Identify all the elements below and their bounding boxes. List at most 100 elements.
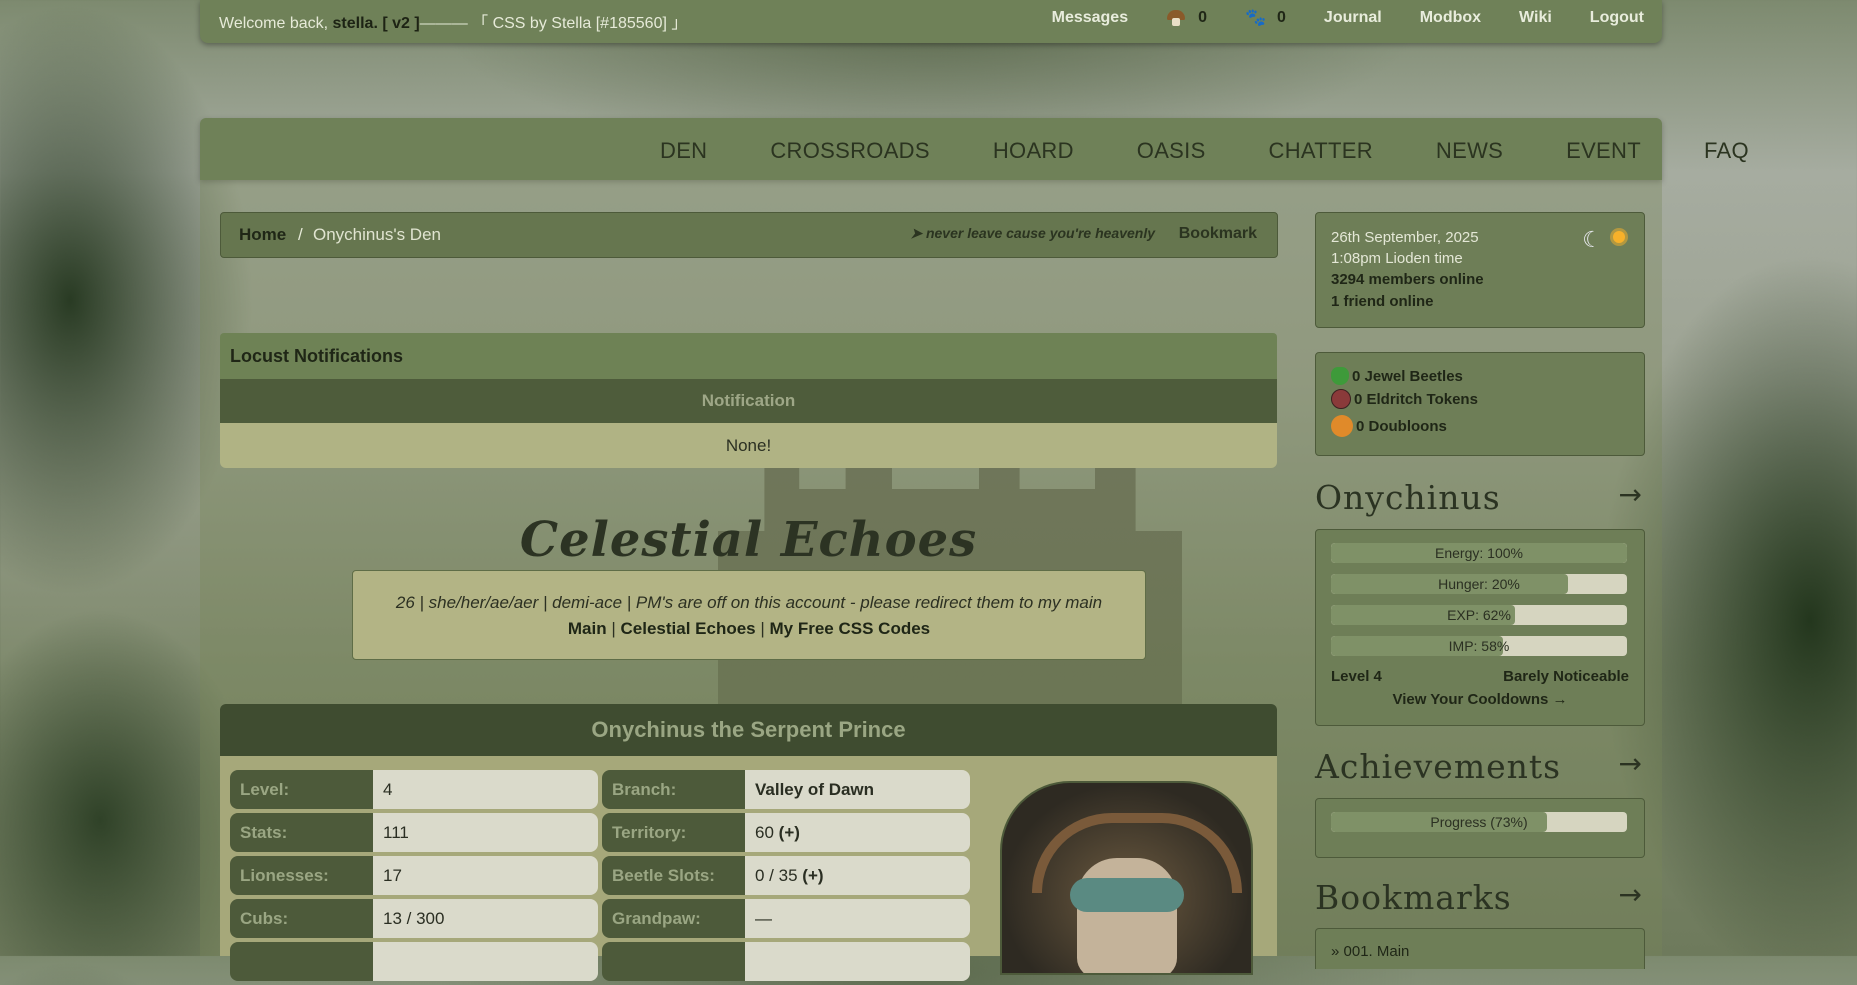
link-celestial-echoes[interactable]: Celestial Echoes (621, 619, 756, 638)
row-value: 13 / 300 (373, 899, 598, 938)
currency-doubloons[interactable]: 0 Doubloons (1331, 415, 1447, 437)
lion-name: Onychinus the Serpent Prince (220, 704, 1277, 756)
row-value: 60 (+) (745, 813, 970, 852)
bookmark-item[interactable]: » 001. Main (1331, 943, 1409, 960)
lion-section-label: Onychinus (1315, 478, 1501, 517)
arrow-right-icon[interactable]: → (1619, 478, 1643, 511)
lion-section-title[interactable]: Onychinus → (1315, 478, 1643, 517)
row-value: 17 (373, 856, 598, 895)
css-credit: ——— 「 CSS by Stella [#185560] 」 (419, 15, 688, 32)
exp-bar: EXP: 62% (1331, 605, 1627, 625)
wiki-link[interactable]: Wiki (1519, 9, 1552, 27)
logout-link[interactable]: Logout (1590, 9, 1644, 27)
arrow-right-icon[interactable]: → (1619, 747, 1643, 780)
imp-bar: IMP: 58% (1331, 636, 1627, 656)
den-motto: ➤ never leave cause you're heavenly (910, 225, 1155, 241)
link-free-css-codes[interactable]: My Free CSS Codes (770, 619, 931, 638)
table-row: Level: 4 (230, 770, 598, 809)
date-text: 26th September, 2025 (1331, 229, 1479, 246)
row-key (230, 942, 373, 981)
nav-oasis[interactable]: OASIS (1137, 138, 1206, 164)
modbox-link[interactable]: Modbox (1420, 9, 1481, 27)
notifications-empty-row: None! (220, 423, 1277, 468)
breadcrumb-home[interactable]: Home (239, 225, 286, 245)
row-key: Grandpaw: (602, 899, 745, 938)
link-separator: | (611, 619, 616, 638)
paw-counter[interactable]: 🐾 0 (1245, 9, 1286, 27)
hunger-bar-label: Hunger: 20% (1438, 576, 1520, 592)
profile-table-left: Level: 4 Stats: 111 Lionesses: 17 Cubs: 13 /… (230, 770, 598, 985)
journal-link[interactable]: Journal (1324, 9, 1382, 27)
date-box: 26th September, 2025 1:08pm Lioden time … (1315, 212, 1645, 328)
paw-count: 0 (1277, 9, 1286, 26)
nav-news[interactable]: NEWS (1436, 138, 1503, 164)
currency-box: 0 Jewel Beetles 0 Eldritch Tokens 0 Doub… (1315, 352, 1645, 456)
bookmark-button[interactable]: Bookmark (1179, 225, 1257, 243)
bookmarks-section-title[interactable]: Bookmarks → (1315, 878, 1643, 917)
territory-value: 60 (755, 823, 774, 842)
lion-notice: Barely Noticeable (1503, 668, 1629, 685)
wiki-label: Wiki (1519, 9, 1552, 26)
link-main[interactable]: Main (568, 619, 607, 638)
lion-profile: Onychinus the Serpent Prince Level: 4 Sta… (220, 704, 1277, 981)
currency-label: 0 Jewel Beetles (1352, 367, 1463, 385)
arrow-right-icon[interactable]: → (1619, 878, 1643, 911)
messages-link[interactable]: Messages (1052, 9, 1129, 27)
mushroom-counter[interactable]: 0 (1166, 9, 1207, 27)
nav-chatter[interactable]: CHATTER (1269, 138, 1373, 164)
link-separator: | (760, 619, 765, 638)
row-value: 0 / 35 (+) (745, 856, 970, 895)
messages-label: Messages (1051, 9, 1129, 26)
currency-jewel-beetles[interactable]: 0 Jewel Beetles (1331, 367, 1463, 385)
lion-level: Level 4 (1331, 668, 1382, 685)
bio-links: Main | Celestial Echoes | My Free CSS Co… (353, 619, 1145, 639)
row-value: — (745, 899, 970, 938)
exp-bar-label: EXP: 62% (1447, 607, 1511, 623)
territory-add-button[interactable]: (+) (779, 823, 800, 842)
jewel-beetle-icon (1331, 367, 1349, 385)
nav-den[interactable]: DEN (660, 138, 707, 164)
nav-event[interactable]: EVENT (1566, 138, 1641, 164)
time-text: 1:08pm Lioden time (1331, 250, 1463, 267)
profile-table-right: Branch: Valley of Dawn Territory: 60 (+) B… (602, 770, 970, 985)
eldritch-token-icon (1331, 389, 1351, 409)
nav-crossroads[interactable]: CROSSROADS (770, 138, 929, 164)
welcome-prefix: Welcome back, (219, 15, 333, 32)
username-link[interactable]: stella. [ v2 ] (333, 15, 420, 32)
table-row: Territory: 60 (+) (602, 813, 970, 852)
row-key: Territory: (602, 813, 745, 852)
row-key: Cubs: (230, 899, 373, 938)
notifications-column-header: Notification (220, 379, 1277, 423)
table-row: Stats: 111 (230, 813, 598, 852)
achievements-section-title[interactable]: Achievements → (1315, 747, 1643, 786)
paw-icon: 🐾 (1245, 8, 1267, 27)
achievement-progress-bar: Progress (73%) (1331, 812, 1627, 832)
row-value (373, 942, 598, 981)
currency-eldritch-tokens[interactable]: 0 Eldritch Tokens (1331, 389, 1478, 409)
view-cooldowns-link[interactable]: View Your Cooldowns → (1316, 691, 1644, 708)
modbox-label: Modbox (1419, 9, 1482, 26)
nav-hoard[interactable]: HOARD (993, 138, 1074, 164)
friends-online[interactable]: 1 friend online (1331, 293, 1434, 310)
bio-text: 26 | she/her/ae/aer | demi-ace | PM's ar… (395, 593, 1103, 612)
lion-portrait[interactable] (1000, 781, 1253, 975)
table-row: Beetle Slots: 0 / 35 (+) (602, 856, 970, 895)
table-row: Lionesses: 17 (230, 856, 598, 895)
top-bar: Welcome back, stella. [ v2 ]——— 「 CSS by… (200, 0, 1662, 43)
members-online[interactable]: 3294 members online (1331, 271, 1484, 288)
table-row: Cubs: 13 / 300 (230, 899, 598, 938)
currency-label: 0 Eldritch Tokens (1354, 390, 1478, 408)
imp-bar-label: IMP: 58% (1448, 638, 1510, 654)
den-title: Celestial Echoes (519, 512, 978, 568)
beetle-slots-add-button[interactable]: (+) (802, 866, 823, 885)
row-value (745, 942, 970, 981)
branch-link[interactable]: Valley of Dawn (755, 780, 874, 799)
nav-faq[interactable]: FAQ (1704, 138, 1749, 164)
row-key: Stats: (230, 813, 373, 852)
row-value: Valley of Dawn (745, 770, 970, 809)
row-key: Beetle Slots: (602, 856, 745, 895)
energy-bar: Energy: 100% (1331, 543, 1627, 563)
achievement-progress-label: Progress (73%) (1430, 814, 1528, 830)
breadcrumb-current: Onychinus's Den (313, 225, 441, 244)
achievements-label: Achievements (1315, 747, 1562, 786)
